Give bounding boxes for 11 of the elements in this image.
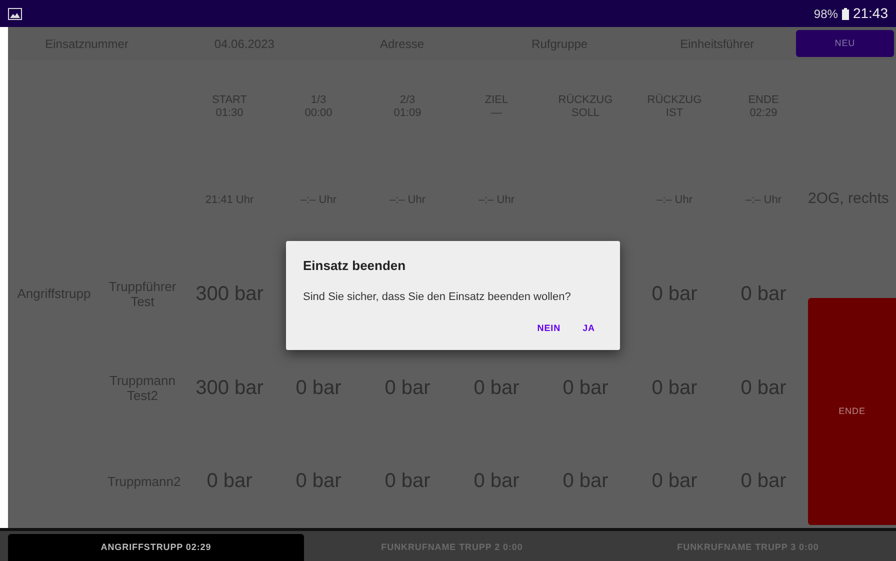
clock: 21:43: [852, 4, 888, 23]
end-button[interactable]: ENDE: [808, 298, 896, 525]
battery-icon: [842, 8, 849, 20]
dialog-title: Einsatz beenden: [303, 257, 407, 275]
dialog-button[interactable]: NEIN: [531, 320, 567, 338]
battery-percent: 98%: [814, 6, 838, 22]
tab[interactable]: ANGRIFFSTRUPP 02:29: [8, 534, 304, 561]
dialog-button[interactable]: JA: [576, 320, 601, 338]
image-icon: [8, 8, 22, 20]
dialog-message: Sind Sie sicher, dass Sie den Einsatz beenden wollen?: [303, 290, 572, 304]
new-button[interactable]: NEU: [796, 30, 894, 57]
